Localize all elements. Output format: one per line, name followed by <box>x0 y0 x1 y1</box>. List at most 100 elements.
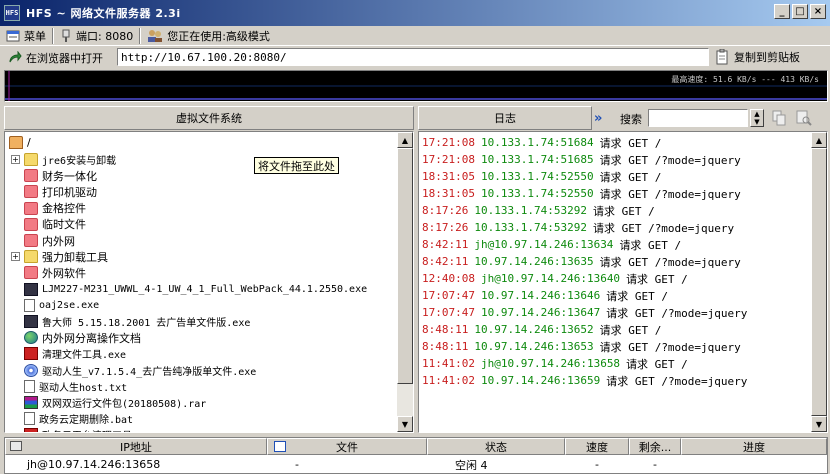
log-message: 请求 GET / <box>592 204 655 218</box>
tree-item-label: LJM227-M231_UWWL_4-1_UW_4_1_Full_WebPack… <box>42 283 368 295</box>
minimize-button[interactable]: _ <box>774 4 790 19</box>
tree-root[interactable]: / <box>9 134 31 151</box>
col-remaining[interactable]: 剩余... <box>629 438 681 455</box>
log-message: 请求 GET / <box>599 323 662 337</box>
tree-item-label: 外网软件 <box>42 266 86 280</box>
file-column-icon <box>274 441 286 452</box>
close-button[interactable]: × <box>810 4 826 19</box>
tree-item[interactable]: 内外网分离操作文档 <box>11 329 141 346</box>
vfs-scrollbar[interactable]: ▲ ▼ <box>397 132 413 432</box>
log-time: 17:07:47 <box>422 289 475 302</box>
tree-item[interactable]: + jre6安装与卸载 <box>11 151 116 168</box>
tree-item[interactable]: 政务云定期删除.bat <box>11 410 133 427</box>
hfs-window: HFS HFS ~ 网络文件服务器 2.3i _ □ × 菜单 端口: 8080 <box>0 0 830 474</box>
tree-item-label: 驱动人生host.txt <box>39 382 128 394</box>
installer-icon <box>24 282 38 296</box>
menu-button[interactable]: 菜单 <box>0 27 52 45</box>
collapse-chevron-icon[interactable]: » <box>594 108 610 128</box>
log-entry: 11:41:02 10.97.14.246:13659 请求 GET /?mode=… <box>422 372 747 389</box>
find-log-icon[interactable] <box>796 110 812 126</box>
java-icon <box>24 298 35 312</box>
tree-item[interactable]: 外网软件 <box>11 264 86 281</box>
tree-item[interactable]: 打印机驱动 <box>11 183 97 200</box>
spin-up-icon[interactable]: ▲ <box>751 110 763 118</box>
search-input[interactable] <box>648 109 748 127</box>
log-entry: 18:31:05 10.133.1.74:52550 请求 GET /?mode=j… <box>422 185 741 202</box>
url-field[interactable]: http://10.67.100.20:8080/ <box>117 48 709 66</box>
col-file[interactable]: 文件 <box>267 438 427 455</box>
tree-item[interactable]: oaj2se.exe <box>11 297 99 314</box>
log-entry: 17:07:47 10.97.14.246:13647 请求 GET /?mode=… <box>422 304 747 321</box>
copy-clipboard-button[interactable]: 复制到剪贴板 <box>716 49 800 65</box>
tree-item-label: 政务云定期删除.bat <box>39 415 134 427</box>
red-folder-icon <box>24 185 38 199</box>
tree-item[interactable]: 政务云平台清理工具.exe <box>11 426 156 432</box>
tree-item[interactable]: + 强力卸载工具 <box>11 248 108 265</box>
log-address: 10.97.14.246:13647 <box>480 306 601 319</box>
col-ip[interactable]: IP地址 <box>5 438 267 455</box>
col-status[interactable]: 状态 <box>427 438 565 455</box>
tree-item[interactable]: 驱动人生host.txt <box>11 378 127 395</box>
log-address: 10.133.1.74:51684 <box>480 136 594 149</box>
file-icon <box>24 412 35 426</box>
log-scrollbar[interactable]: ▲ ▼ <box>811 132 827 432</box>
col-progress[interactable]: 进度 <box>681 438 827 455</box>
tree-item[interactable]: 双网双运行文件包(20180508).rar <box>11 394 206 411</box>
expand-icon[interactable]: + <box>11 252 20 262</box>
row-progress <box>681 456 827 473</box>
log-time: 8:17:26 <box>422 221 469 234</box>
log-address: 10.97.14.246:13652 <box>474 323 594 336</box>
tree-item[interactable]: 清理文件工具.exe <box>11 345 126 362</box>
vfs-tree: / + jre6安装与卸载 财务一体化 打印机驱动 金格控件 临时文件 内外网 + 强力卸载工具… <box>5 132 397 432</box>
select-all-icon <box>10 441 22 451</box>
scroll-down-icon[interactable]: ▼ <box>811 416 827 432</box>
tree-item-label: 内外网分离操作文档 <box>42 331 141 345</box>
log-time: 17:21:08 <box>422 153 475 166</box>
col-speed[interactable]: 速度 <box>565 438 629 455</box>
scroll-up-icon[interactable]: ▲ <box>397 132 413 148</box>
tree-item[interactable]: 财务一体化 <box>11 167 97 184</box>
search-spinner[interactable]: ▲ ▼ <box>750 109 764 127</box>
tree-item[interactable]: 驱动人生_v7.1.5.4_去广告纯净版单文件.exe <box>11 362 256 379</box>
connections-table[interactable]: IP地址 文件 状态 速度 剩余... 进度 jh@10.97.14.246:1… <box>4 437 828 474</box>
copy-log-icon[interactable] <box>772 110 786 126</box>
plug-icon <box>62 29 70 42</box>
tree-item[interactable]: 鲁大师 5.15.18.2001 去广告单文件版.exe <box>11 313 250 330</box>
maximize-button[interactable]: □ <box>792 4 808 19</box>
tree-item-label: 临时文件 <box>42 218 86 232</box>
search-label: 搜索 <box>620 113 642 126</box>
log-address: 10.133.1.74:53292 <box>474 204 587 217</box>
log-time: 8:48:11 <box>422 340 469 353</box>
log-panel[interactable]: 17:21:08 10.133.1.74:51684 请求 GET /17:21:0… <box>418 131 828 433</box>
scroll-up-icon[interactable]: ▲ <box>811 132 827 148</box>
tree-item-label: 鲁大师 5.15.18.2001 去广告单文件版.exe <box>42 318 251 329</box>
log-address: 10.133.1.74:51685 <box>480 153 594 166</box>
scroll-down-icon[interactable]: ▼ <box>397 416 413 432</box>
mode-button[interactable]: 您正在使用:高级模式 <box>141 27 276 45</box>
log-message: 请求 GET / <box>619 238 682 252</box>
red-folder-icon <box>24 234 38 247</box>
tree-item[interactable]: LJM227-M231_UWWL_4-1_UW_4_1_Full_WebPack… <box>11 281 367 298</box>
tree-item[interactable]: 临时文件 <box>11 216 86 233</box>
log-address: 10.97.14.246:13635 <box>474 255 594 268</box>
log-message: 请求 GET / <box>599 170 662 184</box>
menu-label: 菜单 <box>24 29 46 43</box>
tree-item[interactable]: 金格控件 <box>11 200 86 217</box>
scroll-thumb[interactable] <box>811 148 827 416</box>
vfs-tree-panel[interactable]: / + jre6安装与卸载 财务一体化 打印机驱动 金格控件 临时文件 内外网 + 强力卸载工具… <box>4 131 414 433</box>
port-button[interactable]: 端口: 8080 <box>54 27 139 45</box>
title-bar[interactable]: HFS HFS ~ 网络文件服务器 2.3i _ □ × <box>0 0 830 26</box>
log-address: 10.97.14.246:13646 <box>480 289 601 302</box>
log-time: 11:41:02 <box>422 357 475 370</box>
spin-down-icon[interactable]: ▼ <box>751 118 763 126</box>
red-folder-icon <box>24 169 38 183</box>
log-message: 请求 GET / <box>626 272 688 286</box>
expand-icon[interactable]: + <box>11 155 20 164</box>
scroll-thumb[interactable] <box>397 148 413 384</box>
open-in-browser-button[interactable]: 在浏览器中打开 <box>2 49 109 67</box>
tree-item[interactable]: 内外网 <box>11 232 75 249</box>
log-message: 请求 GET / <box>599 136 662 150</box>
log-time: 8:17:26 <box>422 204 469 217</box>
row-remaining: - <box>653 458 657 471</box>
tree-item-label: 财务一体化 <box>42 169 97 183</box>
